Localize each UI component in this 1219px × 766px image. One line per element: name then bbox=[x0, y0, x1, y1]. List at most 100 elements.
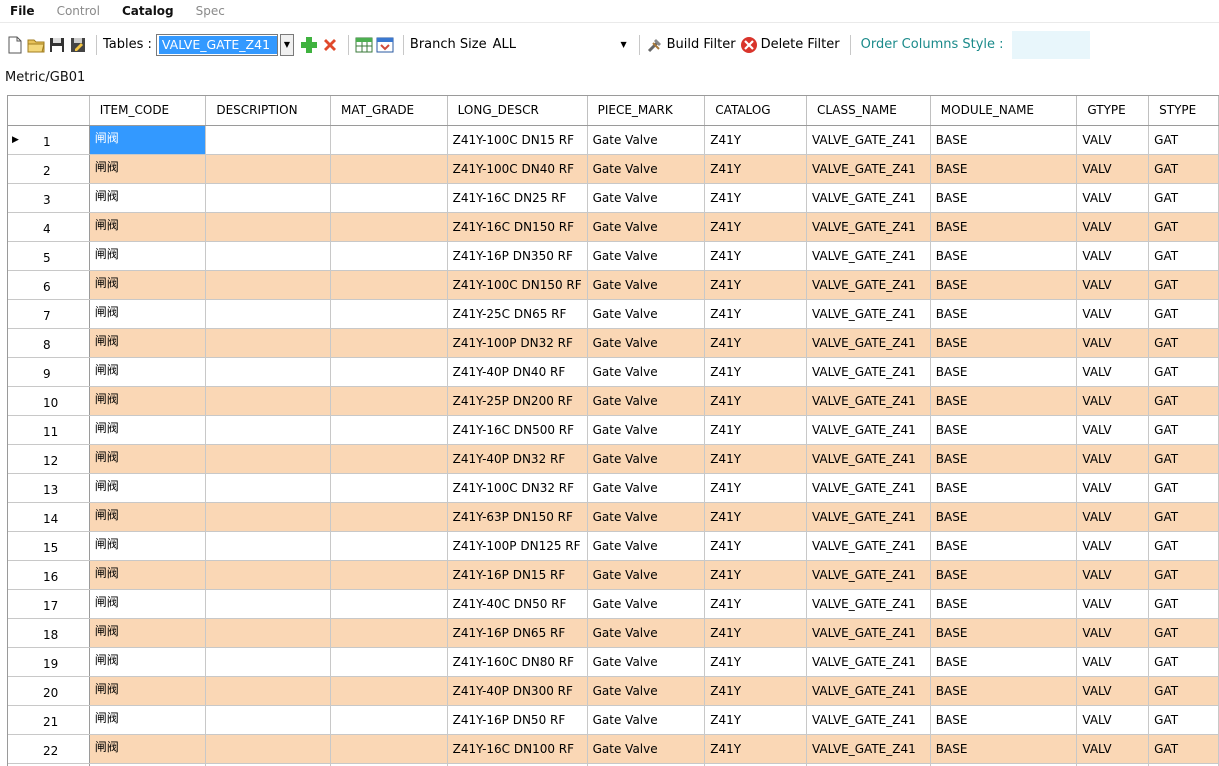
cell-mat-grade[interactable] bbox=[330, 299, 448, 329]
cell-description[interactable] bbox=[205, 531, 331, 561]
cell-description[interactable] bbox=[205, 618, 331, 648]
delete-icon[interactable] bbox=[321, 36, 339, 54]
cell-module-name[interactable]: BASE bbox=[930, 415, 1078, 445]
cell-catalog[interactable]: Z41Y bbox=[704, 212, 807, 242]
order-columns-style-field[interactable] bbox=[1011, 30, 1090, 59]
cell-item-code[interactable]: 闸阀 bbox=[89, 270, 207, 300]
cell-gtype[interactable]: VALV bbox=[1076, 415, 1150, 445]
cell-class-name[interactable]: VALVE_GATE_Z41 bbox=[806, 531, 931, 561]
save-icon[interactable] bbox=[48, 36, 66, 54]
table-row[interactable]: 17 闸阀 Z41Y-40C DN50 RF Gate Valve Z41Y VALVE_… bbox=[8, 589, 1219, 619]
cell-piece-mark[interactable]: Gate Valve bbox=[587, 705, 706, 735]
cell-description[interactable] bbox=[205, 589, 331, 619]
cell-long-descr[interactable]: Z41Y-40P DN32 RF bbox=[447, 444, 588, 474]
delete-filter-icon[interactable] bbox=[740, 36, 758, 54]
cell-long-descr[interactable]: Z41Y-100C DN40 RF bbox=[447, 154, 588, 184]
cell-item-code[interactable]: 闸阀 bbox=[89, 589, 207, 619]
cell-stype[interactable]: GAT bbox=[1148, 531, 1219, 561]
table-row[interactable]: 7 闸阀 Z41Y-25C DN65 RF Gate Valve Z41Y VALVE_G… bbox=[8, 299, 1219, 329]
cell-class-name[interactable]: VALVE_GATE_Z41 bbox=[806, 357, 931, 387]
cell-stype[interactable]: GAT bbox=[1148, 270, 1219, 300]
row-header[interactable]: 14 bbox=[8, 502, 90, 532]
cell-catalog[interactable]: Z41Y bbox=[704, 705, 807, 735]
cell-class-name[interactable]: VALVE_GATE_Z41 bbox=[806, 589, 931, 619]
open-folder-icon[interactable] bbox=[27, 36, 45, 54]
cell-stype[interactable]: GAT bbox=[1148, 125, 1219, 155]
cell-description[interactable] bbox=[205, 357, 331, 387]
table-row[interactable]: 12 闸阀 Z41Y-40P DN32 RF Gate Valve Z41Y VALVE_… bbox=[8, 444, 1219, 474]
cell-long-descr[interactable]: Z41Y-16P DN350 RF bbox=[447, 241, 588, 271]
row-header[interactable]: 5 bbox=[8, 241, 90, 271]
cell-module-name[interactable]: BASE bbox=[930, 676, 1078, 706]
cell-gtype[interactable]: VALV bbox=[1076, 154, 1150, 184]
menu-file[interactable]: File bbox=[10, 4, 35, 18]
cell-stype[interactable]: GAT bbox=[1148, 386, 1219, 416]
row-header[interactable]: 3 bbox=[8, 183, 90, 213]
cell-description[interactable] bbox=[205, 212, 331, 242]
table-row[interactable]: 16 闸阀 Z41Y-16P DN15 RF Gate Valve Z41Y VALVE_… bbox=[8, 560, 1219, 590]
cell-class-name[interactable]: VALVE_GATE_Z41 bbox=[806, 415, 931, 445]
cell-catalog[interactable]: Z41Y bbox=[704, 473, 807, 503]
cell-gtype[interactable]: VALV bbox=[1076, 502, 1150, 532]
column-header[interactable]: DESCRIPTION bbox=[205, 96, 331, 126]
row-header[interactable]: 21 bbox=[8, 705, 90, 735]
cell-item-code[interactable]: 闸阀 bbox=[89, 734, 207, 764]
cell-long-descr[interactable]: Z41Y-40C DN50 RF bbox=[447, 589, 588, 619]
cell-catalog[interactable]: Z41Y bbox=[704, 125, 807, 155]
cell-description[interactable] bbox=[205, 125, 331, 155]
cell-gtype[interactable]: VALV bbox=[1076, 705, 1150, 735]
cell-catalog[interactable]: Z41Y bbox=[704, 299, 807, 329]
cell-class-name[interactable]: VALVE_GATE_Z41 bbox=[806, 647, 931, 677]
cell-class-name[interactable]: VALVE_GATE_Z41 bbox=[806, 618, 931, 648]
cell-item-code[interactable]: 闸阀 bbox=[89, 328, 207, 358]
cell-catalog[interactable]: Z41Y bbox=[704, 415, 807, 445]
cell-module-name[interactable]: BASE bbox=[930, 560, 1078, 590]
row-header[interactable]: 2 bbox=[8, 154, 90, 184]
cell-module-name[interactable]: BASE bbox=[930, 444, 1078, 474]
cell-stype[interactable]: GAT bbox=[1148, 560, 1219, 590]
cell-module-name[interactable]: BASE bbox=[930, 212, 1078, 242]
row-header[interactable]: 16 bbox=[8, 560, 90, 590]
cell-stype[interactable]: GAT bbox=[1148, 473, 1219, 503]
cell-piece-mark[interactable]: Gate Valve bbox=[587, 386, 706, 416]
cell-item-code[interactable]: 闸阀 bbox=[89, 154, 207, 184]
cell-catalog[interactable]: Z41Y bbox=[704, 647, 807, 677]
cell-catalog[interactable]: Z41Y bbox=[704, 183, 807, 213]
row-header[interactable]: 4 bbox=[8, 212, 90, 242]
cell-class-name[interactable]: VALVE_GATE_Z41 bbox=[806, 270, 931, 300]
cell-piece-mark[interactable]: Gate Valve bbox=[587, 299, 706, 329]
branch-size-select[interactable]: ALL ▼ bbox=[491, 34, 629, 56]
table-row[interactable]: 21 闸阀 Z41Y-16P DN50 RF Gate Valve Z41Y VALVE_… bbox=[8, 705, 1219, 735]
column-header[interactable]: LONG_DESCR bbox=[447, 96, 588, 126]
cell-module-name[interactable]: BASE bbox=[930, 125, 1078, 155]
table-row[interactable]: 15 闸阀 Z41Y-100P DN125 RF Gate Valve Z41Y VALV… bbox=[8, 531, 1219, 561]
cell-mat-grade[interactable] bbox=[330, 125, 448, 155]
cell-piece-mark[interactable]: Gate Valve bbox=[587, 415, 706, 445]
cell-module-name[interactable]: BASE bbox=[930, 270, 1078, 300]
cell-long-descr[interactable]: Z41Y-16P DN15 RF bbox=[447, 560, 588, 590]
cell-class-name[interactable]: VALVE_GATE_Z41 bbox=[806, 212, 931, 242]
cell-mat-grade[interactable] bbox=[330, 502, 448, 532]
cell-gtype[interactable]: VALV bbox=[1076, 618, 1150, 648]
row-header[interactable]: 18 bbox=[8, 618, 90, 648]
table-row[interactable]: 22 闸阀 Z41Y-16C DN100 RF Gate Valve Z41Y VALVE… bbox=[8, 734, 1219, 764]
cell-long-descr[interactable]: Z41Y-63P DN150 RF bbox=[447, 502, 588, 532]
cell-item-code[interactable]: 闸阀 bbox=[89, 444, 207, 474]
cell-module-name[interactable]: BASE bbox=[930, 154, 1078, 184]
row-header[interactable]: 13 bbox=[8, 473, 90, 503]
row-header[interactable]: 15 bbox=[8, 531, 90, 561]
cell-stype[interactable]: GAT bbox=[1148, 299, 1219, 329]
cell-stype[interactable]: GAT bbox=[1148, 502, 1219, 532]
cell-gtype[interactable]: VALV bbox=[1076, 473, 1150, 503]
cell-gtype[interactable]: VALV bbox=[1076, 531, 1150, 561]
build-filter-icon[interactable] bbox=[646, 36, 664, 54]
cell-catalog[interactable]: Z41Y bbox=[704, 154, 807, 184]
cell-mat-grade[interactable] bbox=[330, 589, 448, 619]
cell-description[interactable] bbox=[205, 299, 331, 329]
cell-description[interactable] bbox=[205, 415, 331, 445]
cell-gtype[interactable]: VALV bbox=[1076, 270, 1150, 300]
cell-piece-mark[interactable]: Gate Valve bbox=[587, 183, 706, 213]
cell-piece-mark[interactable]: Gate Valve bbox=[587, 328, 706, 358]
cell-stype[interactable]: GAT bbox=[1148, 415, 1219, 445]
cell-catalog[interactable]: Z41Y bbox=[704, 241, 807, 271]
